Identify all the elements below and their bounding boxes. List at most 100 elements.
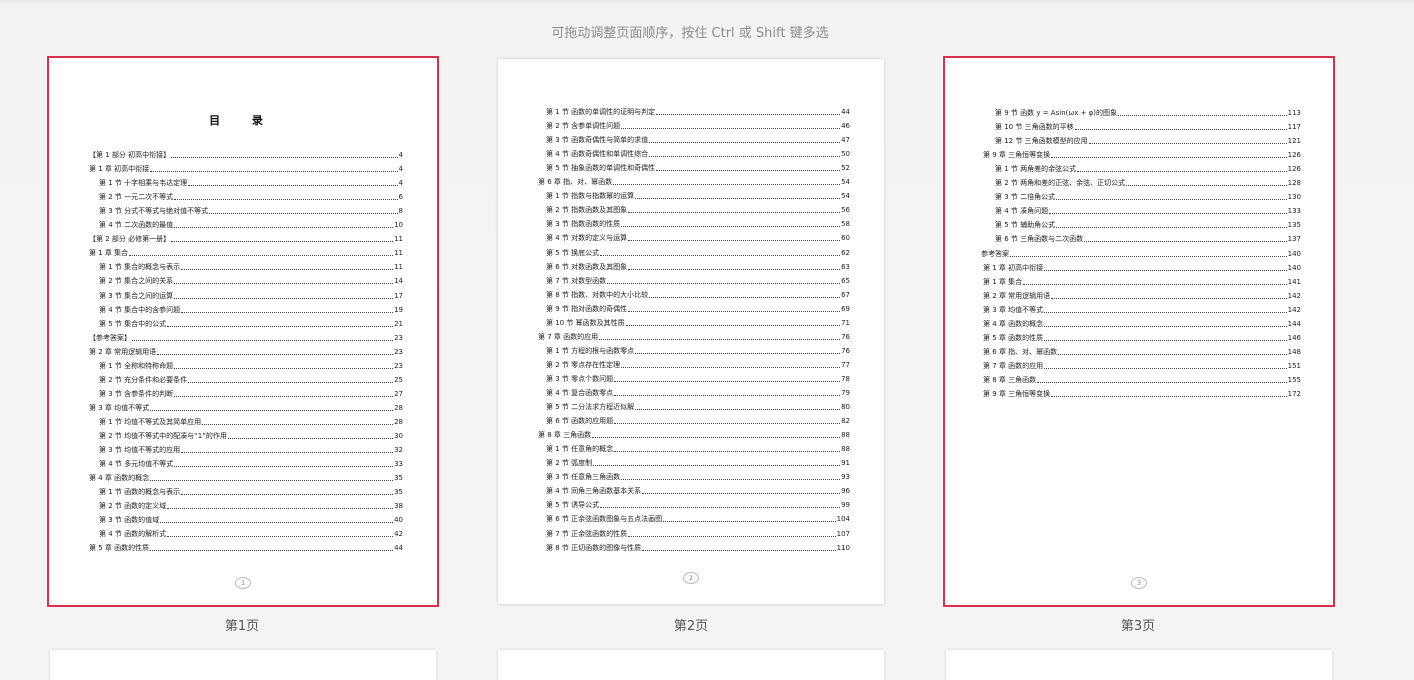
toc-leader-dots: [656, 170, 841, 172]
toc-entry-page-number: 78: [841, 374, 850, 383]
page-label-1: 第1页: [224, 619, 260, 634]
toc-entry: 第 2 节 弧度制 91: [546, 458, 850, 468]
toc-entry: 第 5 章 函数的性质 44: [89, 543, 403, 553]
toc-entry-page-number: 11: [394, 249, 403, 258]
toc-leader-dots: [181, 269, 394, 271]
toc-entry: 第 4 节 二次函数的最值 10: [99, 220, 403, 230]
toc-entry: 第 1 节 均值不等式及其简单应用 28: [99, 417, 403, 427]
toc-entry-page-number: 155: [1287, 375, 1301, 384]
page-thumbnail-3[interactable]: 第 9 节 函数 y = Asin(ωx + φ)的图象 113 第 10 节 三角…: [943, 56, 1335, 607]
toc-leader-dots: [167, 508, 394, 510]
page-thumbnail-6[interactable]: [946, 650, 1332, 680]
toc-entry-title: 第 10 节 三角函数的平移: [995, 123, 1074, 132]
toc-entry-page-number: 107: [836, 529, 850, 538]
toc-entry-page-number: 148: [1287, 347, 1301, 356]
toc-leader-dots: [174, 395, 394, 397]
toc-entry: 第 9 章 三角恒等变换 172: [983, 389, 1301, 399]
toc-entry: 第 3 节 二倍角公式 130: [995, 192, 1301, 202]
toc-entry-title: 第 2 节 函数的定义域: [99, 502, 167, 511]
toc-entry: 第 4 节 集合中的含参问题 19: [99, 305, 403, 315]
toc-leader-dots: [174, 227, 394, 229]
toc-entry: 第 2 节 含参单调性问题 46: [546, 121, 850, 131]
toc-entry: 第 5 节 辅助角公式 135: [995, 220, 1301, 230]
page-folio-ornament: 2: [681, 571, 701, 585]
toc-entry-title: 第 4 节 对数的定义与运算: [546, 234, 628, 243]
toc-leader-dots: [628, 268, 841, 270]
toc-entry-page-number: 142: [1287, 305, 1301, 314]
toc-entry-page-number: 14: [394, 277, 403, 286]
toc-leader-dots: [628, 212, 841, 214]
toc-entry-title: 【参考答案】: [89, 333, 131, 342]
toc-entry-title: 第 3 节 任意角三角函数: [546, 473, 621, 482]
toc-leader-dots: [1049, 213, 1287, 215]
toc-entry: 【参考答案】 23: [89, 333, 403, 343]
toc-entry-page-number: 62: [841, 248, 850, 257]
toc-entry-title: 第 3 节 二倍角公式: [995, 193, 1056, 202]
toc-entry-title: 第 4 节 复合函数零点: [546, 389, 614, 397]
toc-entry: 第 5 节 二分法求方程近似解 80: [546, 402, 850, 412]
toc-entry-page-number: 144: [1287, 319, 1301, 328]
toc-entry-page-number: 58: [841, 220, 850, 229]
toc-entry: 第 8 章 三角函数 155: [983, 375, 1301, 385]
toc-leader-dots: [181, 311, 394, 313]
toc-entry-page-number: 23: [394, 347, 403, 356]
toc-entry: 第 9 章 三角恒等变换 126: [983, 150, 1301, 160]
toc-leader-dots: [635, 352, 841, 354]
toc-leader-dots: [614, 395, 841, 396]
page-number-badge: 2: [683, 572, 699, 584]
toc-leader-dots: [174, 283, 394, 285]
toc-leader-dots: [1044, 367, 1287, 369]
page-thumbnail-2[interactable]: 第 1 节 函数的单调性的证明与判定 44 第 2 节 含参单调性问题 46 第 3 节…: [498, 59, 884, 604]
toc-entry-title: 第 1 节 集合的概念与表示: [99, 263, 181, 272]
toc-entry: 第 5 章 函数的性质 146: [983, 333, 1301, 343]
toc-entry-page-number: 6: [398, 193, 403, 202]
toc-entry: 第 1 节 函数的概念与表示 35: [99, 487, 403, 497]
page-thumbnail-1[interactable]: 目 录【第 1 部分 初高中衔接】 4 第 1 章 初高中衔接 4 第 1 节 十字相乘…: [47, 56, 439, 607]
toc-entry-page-number: 19: [394, 305, 403, 314]
toc-entry-title: 第 1 节 全称和特称命题: [99, 361, 174, 370]
toc-entry: 第 4 节 复合函数零点 79: [546, 388, 850, 398]
toc-entry-page-number: 21: [394, 319, 403, 328]
toc-entry-page-number: 151: [1287, 361, 1301, 370]
toc-entry: 第 2 章 常用逻辑用语 23: [89, 347, 403, 357]
toc-entry-title: 第 4 节 二次函数的最值: [99, 221, 174, 230]
toc-leader-dots: [1056, 227, 1287, 229]
toc-entry: 第 3 节 指数函数的性质 58: [546, 219, 850, 229]
toc-entry-title: 第 2 章 常用逻辑用语: [89, 347, 157, 356]
toc-entry-title: 第 7 节 正余弦函数的性质: [546, 529, 628, 538]
toc-entry-page-number: 135: [1287, 221, 1301, 230]
page-thumbnail-5[interactable]: [498, 650, 884, 680]
toc-title: 目 录: [209, 114, 277, 127]
toc-entry-page-number: 54: [841, 178, 850, 187]
toc-entry: 第 2 章 常用逻辑用语 142: [983, 291, 1301, 301]
toc-entry-title: 第 2 节 集合之间的关系: [99, 277, 174, 286]
toc-entry-page-number: 130: [1287, 193, 1301, 202]
toc-entry: 第 7 节 正余弦函数的性质 107: [546, 529, 850, 539]
toc-entry: 第 6 节 函数的应用题 82: [546, 416, 850, 426]
toc-leader-dots: [635, 198, 841, 200]
toc-entry-title: 第 4 节 多元均值不等式: [99, 460, 174, 469]
toc-entry-title: 第 7 节 对数型函数: [546, 276, 607, 285]
toc-entry-title: 第 1 章 初高中衔接: [983, 263, 1044, 272]
toc-leader-dots: [1037, 381, 1287, 383]
toc-entry-title: 第 2 节 含参单调性问题: [546, 122, 621, 131]
toc-entry-title: 第 5 章 函数的性质: [89, 544, 150, 553]
toc-entry-page-number: 80: [841, 403, 850, 412]
toc-leader-dots: [628, 535, 836, 537]
toc-entry: 第 9 节 函数 y = Asin(ωx + φ)的图象 113: [995, 108, 1301, 118]
toc-entry: 第 6 章 指、对、幂函数 54: [538, 177, 850, 187]
toc-entry: 第 1 章 集合 141: [983, 277, 1301, 287]
toc-entry-page-number: 96: [841, 487, 850, 496]
toc-entry-page-number: 35: [394, 488, 403, 497]
toc-entry-page-number: 126: [1287, 151, 1301, 160]
toc-entry-page-number: 28: [394, 417, 403, 426]
toc-entry: 第 6 章 指、对、幂函数 148: [983, 347, 1301, 357]
toc-entry: 第 1 节 十字相乘与韦达定理 4: [99, 178, 403, 188]
page-thumbnail-4[interactable]: [50, 650, 436, 680]
toc-entry-title: 第 6 节 对数函数及其图象: [546, 262, 628, 271]
toc-leader-dots: [649, 156, 841, 158]
toc-entry-title: 第 2 节 均值不等式中的配凑与“1”的作用: [99, 432, 227, 440]
toc-leader-dots: [628, 240, 841, 242]
toc-entry-page-number: 140: [1287, 249, 1301, 258]
toc-entry: 第 2 节 指数函数及其图象 56: [546, 205, 850, 215]
